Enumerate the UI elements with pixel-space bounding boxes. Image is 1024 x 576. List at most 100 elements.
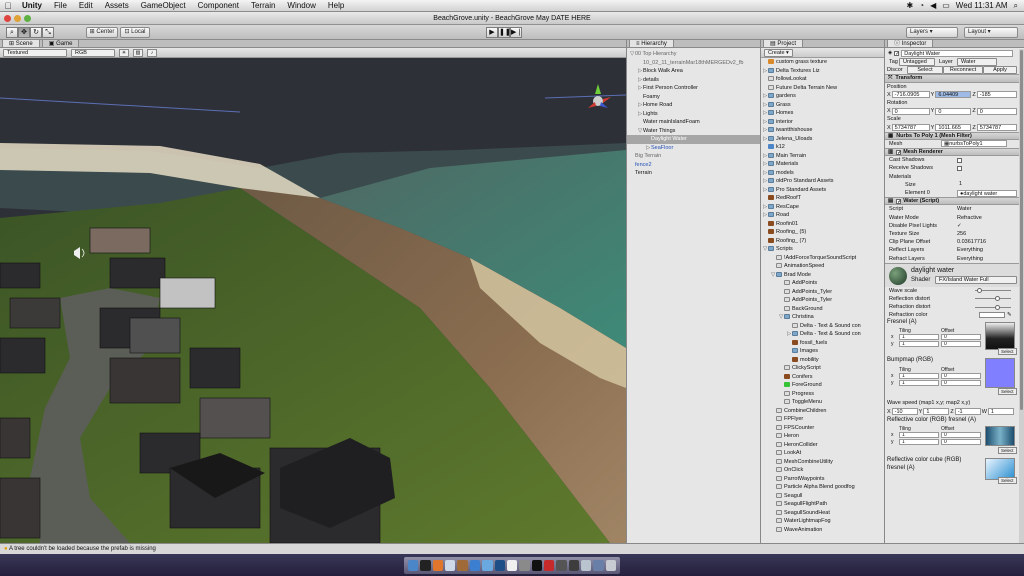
zoom-window-icon[interactable] bbox=[24, 15, 31, 22]
project-item[interactable]: Images bbox=[761, 347, 884, 356]
water-property-value[interactable]: Refractive bbox=[957, 214, 982, 222]
project-item[interactable]: Delta - Text & Sound con bbox=[761, 322, 884, 331]
layout-dropdown[interactable]: Layout ▾ bbox=[964, 27, 1018, 38]
hierarchy-item[interactable]: Foamy bbox=[627, 93, 760, 102]
play-button[interactable]: ▶ bbox=[486, 27, 498, 38]
project-item[interactable]: ▷ Pro Standard Assets bbox=[761, 186, 884, 195]
hierarchy-item[interactable]: ▷Block Walk Area bbox=[627, 67, 760, 76]
refraction-distort-slider[interactable] bbox=[975, 304, 1011, 310]
water-property-value[interactable]: ✓ bbox=[957, 222, 962, 230]
project-item[interactable]: ▽ Christina bbox=[761, 313, 884, 322]
water-property-value[interactable]: 0.03617716 bbox=[957, 238, 986, 246]
preview-icon[interactable] bbox=[581, 560, 592, 571]
cast-shadows-checkbox[interactable] bbox=[957, 157, 962, 163]
project-item[interactable]: ▷ Road bbox=[761, 211, 884, 220]
clock[interactable]: Wed 11:31 AM bbox=[956, 1, 1008, 10]
project-item[interactable]: ▷ Homes bbox=[761, 109, 884, 118]
scale-tool-icon[interactable]: ⤡ bbox=[42, 27, 54, 38]
fresnel-tiling-y[interactable]: 1 bbox=[899, 341, 939, 348]
hierarchy-item[interactable]: ▷details bbox=[627, 76, 760, 85]
lighting-toggle-icon[interactable]: ☀ bbox=[119, 48, 129, 57]
project-item[interactable]: ▷ Main Terrain bbox=[761, 152, 884, 161]
hand-tool-icon[interactable]: ⌕ bbox=[6, 27, 18, 38]
materials-row[interactable]: Materials bbox=[885, 173, 1024, 181]
photoshop-icon[interactable] bbox=[494, 560, 505, 571]
fresnel-select-button[interactable]: Select bbox=[998, 348, 1017, 356]
menu-window[interactable]: Window bbox=[281, 1, 321, 10]
mesh-renderer-enabled-checkbox[interactable]: ✓ bbox=[896, 149, 901, 155]
project-item[interactable]: Progress bbox=[761, 390, 884, 399]
menu-component[interactable]: Component bbox=[192, 1, 245, 10]
address-book-icon[interactable] bbox=[457, 560, 468, 571]
tab-project[interactable]: ▤ Project bbox=[763, 40, 804, 47]
acrobat-icon[interactable] bbox=[543, 560, 555, 571]
project-item[interactable]: k12 bbox=[761, 143, 884, 152]
active-checkbox[interactable]: ✓ bbox=[894, 50, 899, 56]
volume-icon[interactable]: ◀ bbox=[930, 1, 936, 10]
minimize-window-icon[interactable] bbox=[14, 15, 21, 22]
size-field[interactable]: 1 bbox=[957, 181, 1013, 188]
project-item[interactable]: ToggleMenu bbox=[761, 398, 884, 407]
bluetooth-icon[interactable]: ✱ bbox=[907, 1, 914, 10]
pause-button[interactable]: ❚❚ bbox=[498, 27, 511, 38]
project-item[interactable]: ▽ Brad Mode bbox=[761, 271, 884, 280]
shader-dropdown[interactable]: FX/Island Water Full bbox=[935, 275, 1017, 284]
project-item[interactable]: WaterLightmapFog bbox=[761, 517, 884, 526]
project-item[interactable]: FPFlyer bbox=[761, 415, 884, 424]
close-window-icon[interactable] bbox=[4, 15, 11, 22]
project-item[interactable]: FPSCounter bbox=[761, 424, 884, 433]
hierarchy-item[interactable]: ▽00 Top Hierarchy bbox=[627, 50, 760, 59]
project-item[interactable]: Future Delta Terrain New bbox=[761, 84, 884, 93]
system-preferences-icon[interactable] bbox=[519, 560, 530, 571]
app-menu[interactable]: Unity bbox=[16, 1, 48, 10]
project-item[interactable]: ▷ models bbox=[761, 169, 884, 178]
prefab-select-button[interactable]: Select bbox=[907, 66, 943, 75]
water-script-header[interactable]: ▤ ✓ Water (Script) bbox=[885, 197, 1024, 206]
bumpmap-texture-thumb[interactable] bbox=[985, 358, 1015, 389]
bump-tiling-y[interactable]: 1 bbox=[899, 380, 939, 387]
project-item[interactable]: BackGround bbox=[761, 305, 884, 314]
project-item[interactable]: SeagullFlightPath bbox=[761, 500, 884, 509]
reflective-color-thumb[interactable] bbox=[985, 425, 1015, 446]
rotate-tool-icon[interactable]: ↻ bbox=[30, 27, 42, 38]
bump-offset-x[interactable]: 0 bbox=[941, 373, 981, 380]
bump-tiling-x[interactable]: 1 bbox=[899, 373, 939, 380]
menu-gameobject[interactable]: GameObject bbox=[135, 1, 192, 10]
move-tool-icon[interactable]: ✥ bbox=[18, 27, 30, 38]
status-bar[interactable]: ● A tree couldn't be loaded because the … bbox=[0, 543, 1024, 554]
refl-offset-x[interactable]: 0 bbox=[941, 431, 981, 438]
documents-stack-icon[interactable] bbox=[593, 560, 604, 571]
hierarchy-item[interactable]: ▷First Person Controller bbox=[627, 84, 760, 93]
render-mode-dropdown[interactable]: RGB bbox=[71, 48, 115, 57]
reflection-distort-slider[interactable] bbox=[975, 296, 1011, 302]
element-field[interactable]: ●daylight water bbox=[957, 189, 1017, 197]
position-y-field[interactable]: 6.04409 bbox=[935, 91, 972, 99]
refl-tiling-x[interactable]: 1 bbox=[899, 431, 939, 438]
project-item[interactable]: Conifers bbox=[761, 373, 884, 382]
reflective-cube-select-button[interactable]: Select bbox=[998, 476, 1017, 484]
project-item[interactable]: LookAt bbox=[761, 449, 884, 458]
audio-toggle-icon[interactable]: ♪ bbox=[147, 48, 157, 57]
project-item[interactable]: ▷ Jelena_Uloads bbox=[761, 135, 884, 144]
unity-app-icon[interactable] bbox=[556, 560, 567, 571]
receive-shadows-checkbox[interactable] bbox=[957, 166, 962, 172]
fresnel-tiling-x[interactable]: 1 bbox=[899, 334, 939, 341]
tab-inspector[interactable]: ⓘ Inspector bbox=[887, 40, 934, 47]
project-item[interactable]: followLookat bbox=[761, 75, 884, 84]
layers-dropdown[interactable]: Layers ▾ bbox=[906, 27, 958, 38]
tab-scene[interactable]: ⊞ Scene bbox=[2, 40, 40, 47]
hierarchy-item[interactable]: ▷Lights bbox=[627, 110, 760, 119]
scale-x-field[interactable]: 5734787 bbox=[891, 124, 930, 132]
eyedropper-icon[interactable]: ✎ bbox=[1005, 311, 1012, 319]
project-item[interactable]: Roofing_ (7) bbox=[761, 237, 884, 246]
menu-assets[interactable]: Assets bbox=[99, 1, 135, 10]
mail-icon[interactable] bbox=[445, 560, 456, 571]
scene-viewport[interactable] bbox=[0, 58, 626, 543]
firefox-icon[interactable] bbox=[432, 560, 444, 571]
project-item[interactable]: ForeGround bbox=[761, 381, 884, 390]
tag-dropdown[interactable]: Untagged bbox=[899, 58, 935, 67]
project-item[interactable]: !AddForceTorqueSoundScript bbox=[761, 254, 884, 263]
project-item[interactable]: Seagull bbox=[761, 492, 884, 501]
hierarchy-item[interactable]: fence2 bbox=[627, 161, 760, 170]
fresnel-texture-thumb[interactable] bbox=[985, 322, 1015, 351]
